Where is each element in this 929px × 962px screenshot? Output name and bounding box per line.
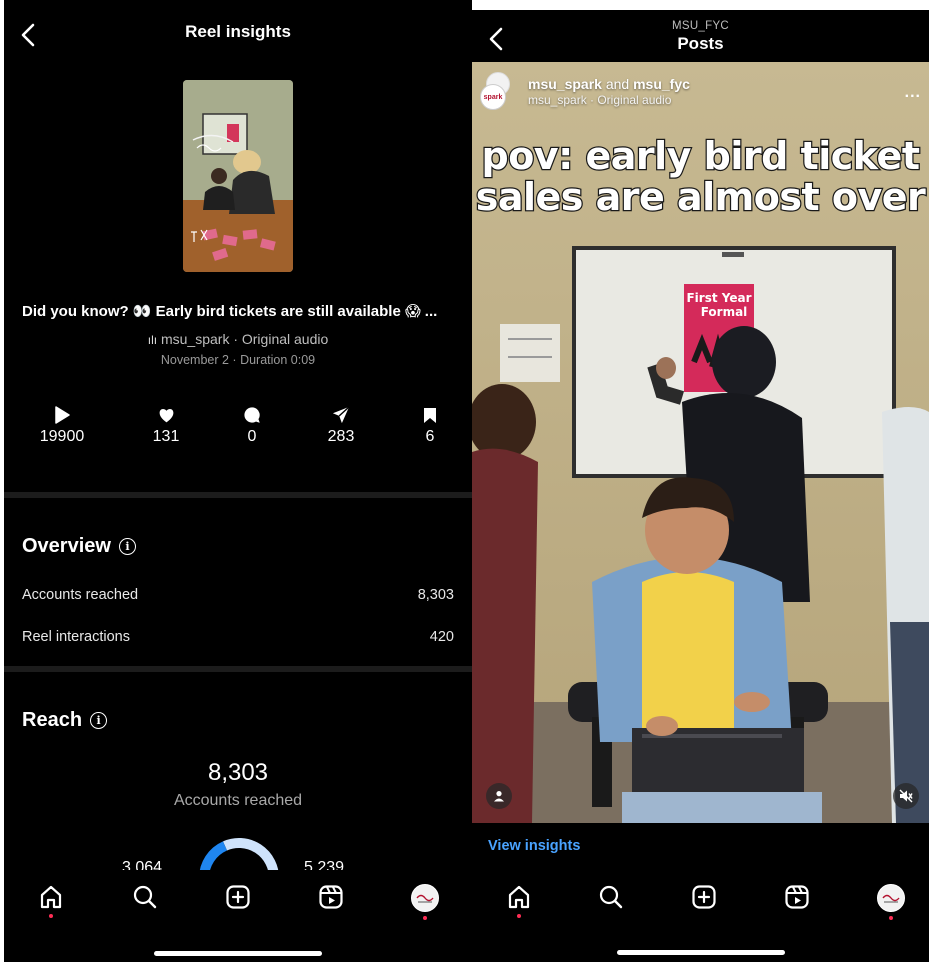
reel-insights-screen: Reel insights Did you know? 👀 Early bird… bbox=[4, 0, 472, 962]
section-divider bbox=[4, 666, 472, 672]
section-divider bbox=[4, 492, 472, 498]
posts-screen: MSU_FYC Posts First Year Formal spark ms… bbox=[472, 10, 929, 962]
nav-reels[interactable] bbox=[314, 884, 348, 924]
account-name: MSU_FYC bbox=[671, 20, 730, 32]
profile-avatar bbox=[411, 884, 439, 912]
stat-likes: 131 bbox=[121, 404, 211, 446]
nav-home[interactable] bbox=[502, 884, 536, 924]
nav-search[interactable] bbox=[594, 884, 628, 924]
reel-video[interactable]: First Year Formal spark msu_spark and ms… bbox=[472, 62, 929, 823]
overview-row-accounts-reached: Accounts reached 8,303 bbox=[22, 587, 454, 603]
shares-count: 283 bbox=[327, 428, 355, 445]
nav-profile[interactable] bbox=[408, 884, 442, 924]
bottom-nav bbox=[4, 870, 472, 962]
stat-comments: 0 bbox=[207, 404, 297, 446]
audio-wave-icon: ılı bbox=[147, 333, 158, 347]
notification-dot bbox=[423, 916, 427, 920]
plus-square-icon bbox=[226, 885, 250, 909]
more-options-button[interactable]: ... bbox=[905, 84, 921, 102]
nav-create[interactable] bbox=[221, 884, 255, 924]
poster-title-1: First Year bbox=[686, 291, 751, 305]
poster-title-2: Formal bbox=[701, 305, 748, 319]
reel-thumbnail-image bbox=[183, 80, 293, 272]
nav-reels[interactable] bbox=[780, 884, 814, 924]
overview-title: Overview i bbox=[22, 535, 136, 558]
comments-count: 0 bbox=[247, 428, 257, 445]
nav-profile[interactable] bbox=[874, 884, 908, 924]
row-value: 8,303 bbox=[417, 587, 454, 603]
nav-create[interactable] bbox=[687, 884, 721, 924]
reach-heading: Reach bbox=[22, 709, 83, 731]
nav-home[interactable] bbox=[34, 884, 68, 924]
bookmark-icon bbox=[424, 407, 436, 423]
engagement-stats: 19900 131 0 283 6 bbox=[4, 404, 472, 454]
profile-avatar-logo bbox=[882, 894, 900, 903]
profile-avatar-logo bbox=[416, 894, 434, 903]
notification-dot bbox=[889, 916, 893, 920]
reel-meta: November 2 · Duration 0:09 bbox=[160, 353, 316, 367]
post-authors[interactable]: msu_spark and msu_fyc msu_spark · Origin… bbox=[528, 76, 690, 107]
home-icon bbox=[40, 885, 62, 909]
notification-dot bbox=[49, 914, 53, 918]
plays-count: 19900 bbox=[39, 428, 85, 445]
stat-plays: 19900 bbox=[17, 404, 107, 446]
reel-thumbnail[interactable] bbox=[183, 80, 293, 272]
reels-icon bbox=[319, 885, 343, 909]
home-indicator bbox=[616, 950, 785, 955]
stat-shares: 283 bbox=[296, 404, 386, 446]
row-value: 420 bbox=[429, 629, 454, 645]
stat-saves: 6 bbox=[385, 404, 472, 446]
reach-title: Reach i bbox=[22, 709, 108, 732]
post-audio[interactable]: msu_spark · Original audio bbox=[528, 93, 690, 107]
home-indicator bbox=[154, 951, 322, 956]
user-icon bbox=[494, 791, 504, 802]
home-icon bbox=[508, 885, 530, 909]
share-icon bbox=[332, 406, 350, 424]
reel-caption: Did you know? 👀 Early bird tickets are s… bbox=[22, 303, 438, 320]
play-icon bbox=[55, 406, 70, 424]
post-header[interactable]: spark msu_spark and msu_fyc msu_spark · … bbox=[480, 72, 690, 110]
reach-total: 8,303 bbox=[207, 759, 269, 786]
view-insights-link[interactable]: View insights bbox=[488, 838, 580, 854]
info-icon[interactable]: i bbox=[90, 712, 108, 729]
comment-icon bbox=[244, 407, 260, 423]
saves-count: 6 bbox=[425, 428, 435, 445]
profile-avatar bbox=[877, 884, 905, 912]
audio-label: msu_spark · Original audio bbox=[160, 331, 329, 347]
speaker-muted-icon bbox=[899, 789, 913, 803]
collab-avatars[interactable]: spark bbox=[480, 72, 520, 110]
likes-count: 131 bbox=[152, 428, 180, 445]
reels-icon bbox=[785, 885, 809, 909]
overview-row-reel-interactions[interactable]: Reel interactions 420 bbox=[22, 629, 454, 645]
row-label: Reel interactions bbox=[22, 629, 130, 645]
notification-dot bbox=[517, 914, 521, 918]
heart-icon bbox=[159, 408, 173, 422]
info-icon[interactable]: i bbox=[118, 538, 136, 555]
tagged-users-button[interactable] bbox=[486, 783, 512, 809]
search-icon bbox=[599, 885, 623, 909]
author-msu-fyc[interactable]: msu_fyc bbox=[633, 76, 690, 92]
row-label: Accounts reached bbox=[22, 587, 139, 603]
reach-total-label: Accounts reached bbox=[173, 792, 303, 809]
page-title: Posts bbox=[677, 34, 724, 53]
mute-button[interactable] bbox=[893, 783, 919, 809]
avatar-msu-spark: spark bbox=[480, 84, 506, 110]
author-msu-spark[interactable]: msu_spark bbox=[528, 76, 602, 92]
search-icon bbox=[133, 885, 157, 909]
video-overlay-text: pov: early bird ticket sales are almost … bbox=[474, 134, 927, 219]
author-joiner: and bbox=[601, 75, 634, 92]
page-title: Reel insights bbox=[185, 22, 291, 41]
bottom-nav bbox=[472, 870, 929, 962]
nav-search[interactable] bbox=[128, 884, 162, 924]
header: Reel insights bbox=[4, 0, 472, 62]
overview-heading: Overview bbox=[22, 535, 111, 557]
plus-square-icon bbox=[692, 885, 716, 909]
audio-info[interactable]: ılı msu_spark · Original audio bbox=[4, 331, 472, 347]
